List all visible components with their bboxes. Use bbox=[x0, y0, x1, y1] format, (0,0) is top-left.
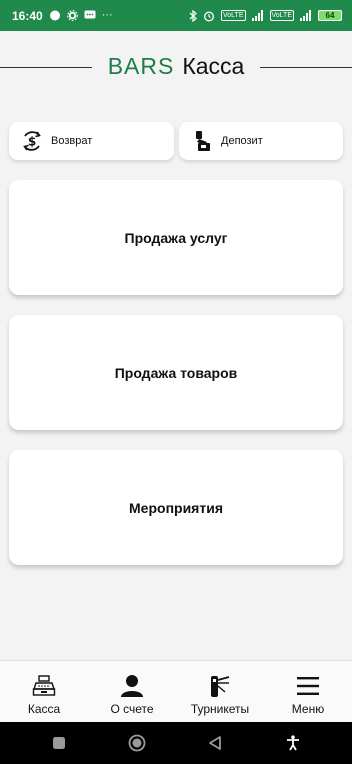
app-logo: BARS Касса bbox=[97, 53, 255, 80]
chat-notification-icon bbox=[84, 10, 96, 21]
refund-money-icon: $ bbox=[21, 130, 43, 152]
deposit-label: Депозит bbox=[221, 135, 263, 147]
recent-apps-button[interactable] bbox=[39, 728, 79, 758]
bluetooth-icon bbox=[189, 9, 197, 22]
volte-badge-2: VoLTE bbox=[269, 10, 294, 21]
header-divider-left bbox=[0, 67, 92, 68]
back-icon bbox=[209, 736, 221, 750]
accessibility-button[interactable] bbox=[273, 728, 313, 758]
nav-label-menu: Меню bbox=[291, 702, 325, 716]
sell-services-tile[interactable]: Продажа услуг bbox=[9, 180, 343, 295]
accessibility-icon bbox=[287, 735, 299, 751]
home-button[interactable] bbox=[117, 728, 157, 758]
refund-label: Возврат bbox=[51, 135, 93, 147]
status-bar-left: 16:40 ··· bbox=[12, 9, 113, 23]
message-notification-icon bbox=[49, 10, 61, 22]
gear-notification-icon bbox=[66, 10, 78, 21]
signal-icon-2 bbox=[300, 10, 312, 21]
hamburger-menu-icon bbox=[297, 674, 319, 698]
alarm-icon bbox=[203, 10, 215, 22]
nav-item-turnstiles[interactable]: Турникеты bbox=[176, 661, 264, 716]
turnstile-icon bbox=[208, 674, 232, 698]
sell-goods-label: Продажа товаров bbox=[114, 364, 238, 381]
signal-icon-1 bbox=[251, 10, 264, 21]
battery-indicator: 64 bbox=[318, 10, 342, 21]
status-bar: 16:40 ··· VoLTE VoLTE 64 bbox=[0, 0, 352, 31]
logo-brand: BARS bbox=[107, 53, 175, 79]
nav-label-turnstiles: Турникеты bbox=[190, 702, 250, 716]
nav-item-menu[interactable]: Меню bbox=[264, 661, 352, 716]
more-notifications-icon: ··· bbox=[101, 9, 113, 21]
nav-label-cash-register: Касса bbox=[27, 702, 61, 716]
sell-services-label: Продажа услуг bbox=[124, 229, 228, 246]
refund-button[interactable]: $ Возврат bbox=[9, 122, 174, 160]
app-header: BARS Касса bbox=[0, 31, 352, 103]
bottom-navigation: Касса О счете Турникеты Меню bbox=[0, 660, 352, 722]
person-icon bbox=[120, 674, 144, 698]
home-icon bbox=[128, 734, 146, 752]
logo-product: Касса bbox=[182, 53, 245, 79]
deposit-icon bbox=[191, 130, 213, 152]
events-tile[interactable]: Мероприятия bbox=[9, 450, 343, 565]
nav-item-cash-register[interactable]: Касса bbox=[0, 661, 88, 716]
nav-item-account[interactable]: О счете bbox=[88, 661, 176, 716]
events-label: Мероприятия bbox=[129, 499, 223, 516]
svg-text:$: $ bbox=[28, 135, 36, 149]
clock: 16:40 bbox=[12, 8, 43, 23]
recent-apps-icon bbox=[53, 737, 65, 749]
sell-goods-tile[interactable]: Продажа товаров bbox=[9, 315, 343, 430]
nav-label-account: О счете bbox=[110, 702, 154, 716]
back-button[interactable] bbox=[195, 728, 235, 758]
volte-badge-1: VoLTE bbox=[221, 10, 246, 21]
cash-register-icon bbox=[32, 674, 56, 698]
status-bar-right: VoLTE VoLTE 64 bbox=[189, 9, 342, 22]
system-navigation-bar bbox=[0, 722, 352, 764]
deposit-button[interactable]: Депозит bbox=[179, 122, 343, 160]
header-divider-right bbox=[260, 67, 352, 68]
